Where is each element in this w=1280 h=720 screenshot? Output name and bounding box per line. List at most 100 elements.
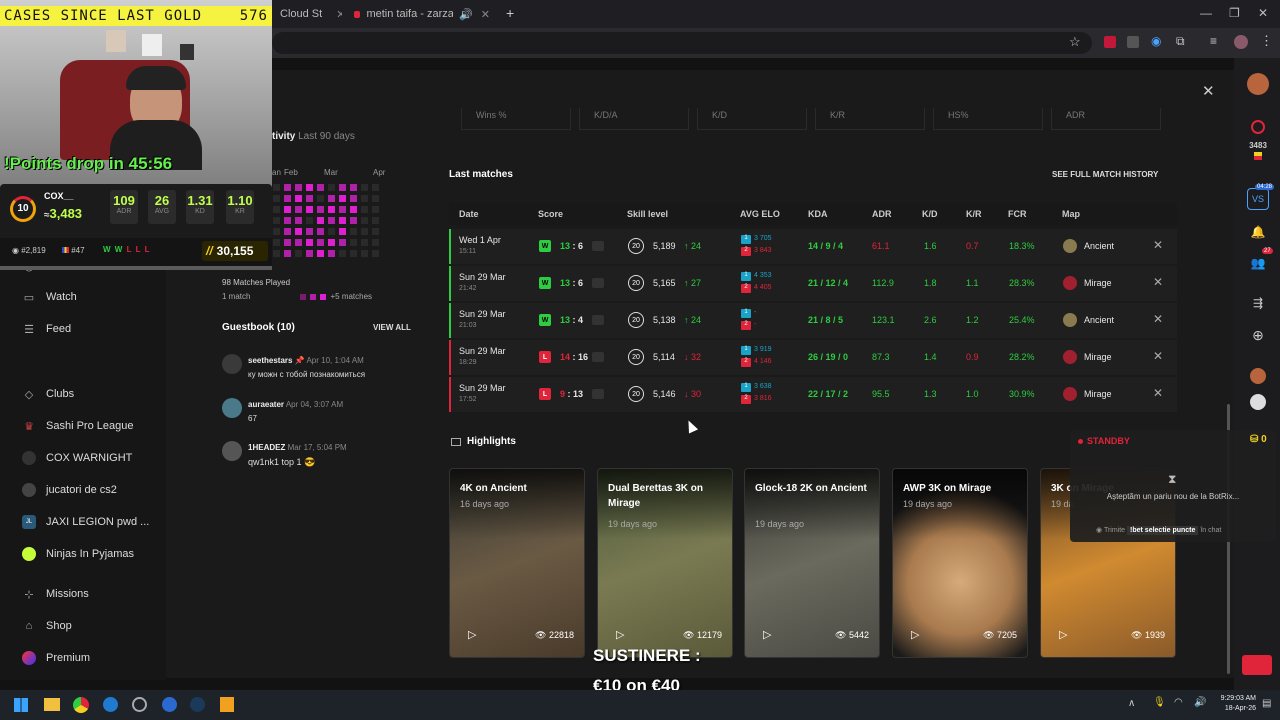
stat-box: Wins % <box>461 108 571 130</box>
sidebar-item-shop[interactable]: ⌂ Shop <box>22 616 72 636</box>
sidebar-item-sashi-pro-league[interactable]: ♛ Sashi Pro League <box>22 416 133 436</box>
close-icon[interactable]: ✕ <box>481 8 490 21</box>
crossed-swords-icon[interactable]: ✕ <box>1153 312 1163 326</box>
highlight-views: 👁 5442 <box>835 630 869 640</box>
guestbook-view-all-link[interactable]: VIEW ALL <box>373 323 411 332</box>
menu-dots-icon[interactable]: ⋮ <box>1260 33 1273 49</box>
sidebar-item-premium[interactable]: Premium <box>22 648 90 668</box>
app-icon[interactable] <box>103 697 118 712</box>
demo-icon[interactable] <box>592 352 604 362</box>
highlight-card[interactable]: AWP 3K on Mirage 19 days ago ▷ 👁 7205 <box>892 468 1028 658</box>
extension-icon[interactable]: ◉ <box>1151 34 1161 48</box>
match-kr: 1.2 <box>966 315 979 325</box>
system-clock[interactable]: 9:29:03 AM 18-Apr-26 <box>1212 694 1256 714</box>
chrome-icon[interactable] <box>73 697 89 713</box>
demo-icon[interactable] <box>592 315 604 325</box>
new-tab-button[interactable]: + <box>506 5 514 21</box>
avatar[interactable] <box>1250 394 1266 410</box>
crossed-swords-icon[interactable]: ✕ <box>1153 386 1163 400</box>
see-full-match-history-link[interactable]: SEE FULL MATCH HISTORY <box>1052 170 1158 179</box>
extension-icon[interactable] <box>1104 36 1116 48</box>
activity-cell <box>306 228 313 235</box>
tab-label: Cloud St <box>280 8 323 20</box>
friends-icon[interactable]: 👥 <box>1247 256 1269 270</box>
extension-icon[interactable] <box>1127 36 1139 48</box>
tray-app-icon[interactable]: 🎙 <box>1153 697 1166 708</box>
skill-level-icon: 20 <box>628 312 644 328</box>
url-field[interactable] <box>272 32 1092 54</box>
puzzle-icon[interactable]: ⧉ <box>1176 34 1185 49</box>
highlight-card[interactable]: Dual Berettas 3K on Mirage 19 days ago ▷… <box>597 468 733 658</box>
avatar[interactable] <box>1234 35 1248 49</box>
minimize-icon[interactable]: — <box>1200 6 1212 20</box>
sidebar-item-ninjas-in-pyjamas[interactable]: Ninjas In Pyjamas <box>22 544 134 564</box>
close-icon[interactable]: ✕ <box>336 8 342 21</box>
file-explorer-icon[interactable] <box>44 698 60 711</box>
demo-icon[interactable] <box>592 389 604 399</box>
stat-box: K/D <box>697 108 807 130</box>
down-arrow-icon: ↓ <box>684 352 689 362</box>
windows-start-icon[interactable] <box>14 698 28 712</box>
sidebar-item-cox-warnight[interactable]: COX WARNIGHT <box>22 448 132 468</box>
close-modal-icon[interactable]: ✕ <box>1202 82 1215 100</box>
play-icon[interactable]: ▷ <box>468 628 476 641</box>
demo-icon[interactable] <box>592 278 604 288</box>
highlight-card[interactable]: 4K on Ancient 16 days ago ▷ 👁 22818 <box>449 468 585 658</box>
avatar[interactable] <box>1250 368 1266 384</box>
volume-icon[interactable]: 🔊 <box>1194 697 1206 708</box>
sidebar-item-clubs[interactable]: ◇ Clubs <box>22 384 74 404</box>
close-window-icon[interactable]: ✕ <box>1258 6 1268 20</box>
party-icon[interactable]: ⇶ <box>1247 296 1269 310</box>
sidebar-item-jucatori[interactable]: jucatori de cs2 <box>22 480 117 500</box>
edge-icon[interactable] <box>162 697 177 712</box>
match-kda: 22 / 17 / 2 <box>808 389 849 399</box>
match-fcr: 25.4% <box>1009 315 1035 325</box>
speaker-icon[interactable]: 🔊 <box>459 8 473 21</box>
guestbook-author[interactable]: auraeater <box>248 400 284 409</box>
activity-cell <box>295 217 302 224</box>
vs-icon[interactable]: VS <box>1247 188 1269 210</box>
play-icon[interactable]: ▷ <box>911 628 919 641</box>
crossed-swords-icon[interactable]: ✕ <box>1153 238 1163 252</box>
maximize-icon[interactable]: ❐ <box>1229 6 1240 20</box>
crossed-swords-icon[interactable]: ✕ <box>1153 275 1163 289</box>
sidebar-item-feed[interactable]: ☰ Feed <box>22 319 71 339</box>
match-time: 18:29 <box>459 359 477 366</box>
avatar[interactable] <box>222 398 242 418</box>
add-icon[interactable]: ⊕ <box>1247 327 1269 344</box>
bookmark-star-icon[interactable]: ☆ <box>1069 34 1081 50</box>
highlight-card[interactable]: Glock-18 2K on Ancient 19 days ago ▷ 👁 5… <box>744 468 880 658</box>
guestbook-author[interactable]: seethestars <box>248 356 292 365</box>
activity-cell <box>306 206 313 213</box>
activity-cell <box>295 239 302 246</box>
guestbook-author[interactable]: 1HEADEZ <box>248 443 285 452</box>
sidebar-item-watch[interactable]: ▭ Watch <box>22 287 77 307</box>
sidebar-item-missions[interactable]: ⊹ Missions <box>22 584 88 604</box>
app-icon[interactable] <box>220 697 234 712</box>
steam-icon[interactable] <box>190 697 205 712</box>
sidebar-item-jaxi-legion[interactable]: JL JAXI LEGION pwd ... <box>22 512 149 532</box>
play-icon[interactable]: ▷ <box>616 628 624 641</box>
month-label: Feb <box>284 168 298 177</box>
avatar[interactable] <box>1247 73 1269 95</box>
demo-icon[interactable] <box>592 241 604 251</box>
standby-hint: ◉ Trimite !bet selectie puncte în chat <box>1096 526 1222 535</box>
browser-tab[interactable]: Cloud St ✕ <box>272 4 342 24</box>
play-icon[interactable]: ▷ <box>763 628 771 641</box>
reading-list-icon[interactable]: ≡ <box>1210 34 1217 48</box>
coins-counter: ⛁ 0 <box>1250 434 1267 445</box>
activity-cell <box>372 250 379 257</box>
notifications-icon[interactable]: ▤ <box>1262 698 1271 709</box>
avatar[interactable] <box>222 441 242 461</box>
crossed-swords-icon[interactable]: ✕ <box>1153 349 1163 363</box>
wifi-icon[interactable]: ◠ <box>1174 697 1183 708</box>
tray-chevron-icon[interactable]: ∧ <box>1128 698 1135 709</box>
play-icon[interactable]: ▷ <box>1059 628 1067 641</box>
activity-cell <box>328 217 335 224</box>
avatar[interactable] <box>222 354 242 374</box>
app-icon[interactable] <box>132 697 147 712</box>
column-header-adr: ADR <box>872 209 892 219</box>
bell-icon[interactable]: 🔔 <box>1247 225 1269 239</box>
browser-tab[interactable]: metin taifa - zarzavat (reup) 🔊 ✕ <box>346 4 498 24</box>
activity-cell <box>284 250 291 257</box>
